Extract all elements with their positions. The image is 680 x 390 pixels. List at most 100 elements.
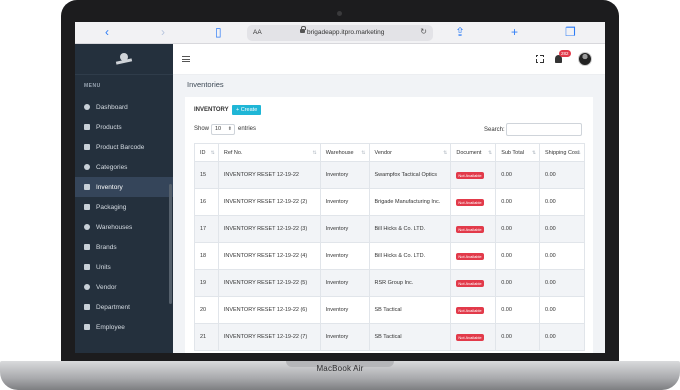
cell-ref: INVENTORY RESET 12-19-22 (3) bbox=[217, 215, 321, 243]
sidebar-item-department[interactable]: Department bbox=[75, 297, 173, 317]
cell-value: INVENTORY RESET 12-19-22 (5) bbox=[223, 280, 308, 286]
create-button[interactable]: + Create bbox=[232, 105, 262, 115]
sidebar-scrollbar[interactable] bbox=[169, 184, 172, 304]
cell-warehouse: Inventory bbox=[319, 323, 370, 351]
table-row[interactable]: 19 INVENTORY RESET 12-19-22 (5) Inventory R… bbox=[194, 269, 585, 297]
cell-document: Not Available bbox=[450, 269, 497, 297]
sort-icon[interactable]: ⇅ bbox=[577, 150, 581, 156]
cell-value: 0.00 bbox=[501, 280, 512, 286]
forward-icon[interactable]: › bbox=[161, 25, 165, 39]
sort-icon[interactable]: ⇅ bbox=[312, 150, 316, 156]
sidebar-item-dashboard[interactable]: Dashboard bbox=[75, 97, 173, 117]
status-badge: Not Available bbox=[456, 171, 484, 179]
sidebar-item-label: Vendor bbox=[96, 283, 117, 291]
cell-value: 21 bbox=[200, 334, 207, 340]
sidebar-item-units[interactable]: Units bbox=[75, 257, 173, 277]
sidebar-item-employee[interactable]: Employee bbox=[75, 317, 173, 337]
cell-shipping: 0.00 bbox=[539, 161, 585, 189]
back-icon[interactable]: ‹ bbox=[105, 25, 109, 39]
column-header[interactable]: ID ⇅ bbox=[194, 143, 219, 162]
logo[interactable] bbox=[75, 44, 173, 75]
avatar[interactable] bbox=[578, 52, 592, 66]
sidebar-item-vendor[interactable]: Vendor bbox=[75, 277, 173, 297]
address-bar[interactable]: AA brigadeapp.itpro.marketing ↻ bbox=[247, 25, 433, 41]
cell-value: 0.00 bbox=[501, 172, 512, 178]
cell-value: Bill Hicks & Co. LTD. bbox=[374, 253, 426, 259]
table-row[interactable]: 21 INVENTORY RESET 12-19-22 (7) Inventory S… bbox=[194, 323, 585, 351]
status-badge: Not Available bbox=[456, 333, 484, 341]
cell-value: 19 bbox=[200, 280, 207, 286]
share-icon[interactable]: ⇪ bbox=[455, 25, 465, 39]
sitemap-icon bbox=[84, 304, 90, 310]
table-row[interactable]: 15 INVENTORY RESET 12-19-22 Inventory Swamp… bbox=[194, 161, 585, 189]
sidebar-item-inventory[interactable]: Inventory bbox=[75, 177, 173, 197]
cell-document: Not Available bbox=[450, 188, 497, 216]
column-header[interactable]: Document ⇅ bbox=[450, 143, 497, 162]
reader-aa[interactable]: AA bbox=[253, 29, 262, 36]
cell-value: 0.00 bbox=[545, 199, 556, 205]
sort-icon[interactable]: ⇅ bbox=[211, 150, 215, 156]
cell-id: 18 bbox=[194, 242, 219, 270]
cell-document: Not Available bbox=[450, 161, 497, 189]
sidebar-item-label: Packaging bbox=[96, 203, 127, 211]
sort-icon[interactable]: ⇅ bbox=[488, 150, 492, 156]
main-content: Inventories INVENTORY + Create Show 10 e… bbox=[173, 75, 605, 353]
reload-icon[interactable]: ↻ bbox=[420, 27, 427, 36]
hamburger-icon[interactable] bbox=[182, 56, 190, 62]
status-badge: Not Available bbox=[456, 198, 484, 206]
sidebar-item-label: Product Barcode bbox=[96, 143, 145, 151]
table-row[interactable]: 20 INVENTORY RESET 12-19-22 (6) Inventory S… bbox=[194, 296, 585, 324]
table-row[interactable]: 16 INVENTORY RESET 12-19-22 (2) Inventory B… bbox=[194, 188, 585, 216]
column-header[interactable]: Warehouse ⇅ bbox=[319, 143, 370, 162]
column-header[interactable]: Shipping Cost ⇅ bbox=[539, 143, 585, 162]
cell-value: Inventory bbox=[325, 199, 349, 205]
cell-id: 16 bbox=[194, 188, 219, 216]
cell-warehouse: Inventory bbox=[319, 296, 370, 324]
table-row[interactable]: 17 INVENTORY RESET 12-19-22 (3) Inventory B… bbox=[194, 215, 585, 243]
cell-vendor: RSR Group Inc. bbox=[368, 269, 452, 297]
cell-value: 16 bbox=[200, 199, 207, 205]
cell-shipping: 0.00 bbox=[539, 242, 585, 270]
status-badge: Not Available bbox=[456, 252, 484, 260]
cell-subtotal: 0.00 bbox=[495, 323, 541, 351]
sort-icon[interactable]: ⇅ bbox=[361, 150, 365, 156]
page-length-select[interactable]: 10 bbox=[211, 124, 235, 135]
search-input[interactable] bbox=[506, 123, 582, 136]
cell-value: Swampfox Tactical Optics bbox=[374, 172, 438, 178]
tabs-icon[interactable]: ❐ bbox=[565, 25, 576, 39]
sidebar-item-label: Brands bbox=[96, 243, 117, 251]
cell-value: 20 bbox=[200, 307, 207, 313]
sidebar-item-brands[interactable]: Brands bbox=[75, 237, 173, 257]
browser-toolbar: ‹ › ▯ AA brigadeapp.itpro.marketing ↻ ⇪ … bbox=[75, 22, 605, 44]
cell-value: Inventory bbox=[325, 172, 349, 178]
sidebar-item-categories[interactable]: Categories bbox=[75, 157, 173, 177]
sort-icon[interactable]: ⇅ bbox=[443, 150, 447, 156]
cell-value: Inventory bbox=[325, 334, 349, 340]
column-header[interactable]: Ref No. ⇅ bbox=[217, 143, 321, 162]
cell-id: 19 bbox=[194, 269, 219, 297]
sidebar-item-warehouses[interactable]: Warehouses bbox=[75, 217, 173, 237]
cell-value: 0.00 bbox=[501, 307, 512, 313]
column-header[interactable]: Sub Total ⇅ bbox=[495, 143, 541, 162]
sidebar-item-products[interactable]: Products bbox=[75, 117, 173, 137]
cell-ref: INVENTORY RESET 12-19-22 (5) bbox=[217, 269, 321, 297]
sidebar-item-label: Units bbox=[96, 263, 111, 271]
cell-value: INVENTORY RESET 12-19-22 bbox=[223, 172, 299, 178]
new-tab-icon[interactable]: + bbox=[511, 25, 518, 39]
sort-icon[interactable]: ⇅ bbox=[532, 150, 536, 156]
cell-subtotal: 0.00 bbox=[495, 269, 541, 297]
book-icon[interactable]: ▯ bbox=[215, 25, 222, 39]
cell-value: Inventory bbox=[325, 307, 349, 313]
cell-value: 0.00 bbox=[501, 199, 512, 205]
cell-warehouse: Inventory bbox=[319, 188, 370, 216]
sidebar-item-product-barcode[interactable]: Product Barcode bbox=[75, 137, 173, 157]
column-header[interactable]: Vendor ⇅ bbox=[368, 143, 452, 162]
cell-shipping: 0.00 bbox=[539, 269, 585, 297]
cell-value: INVENTORY RESET 12-19-22 (7) bbox=[223, 334, 308, 340]
table-row[interactable]: 18 INVENTORY RESET 12-19-22 (4) Inventory B… bbox=[194, 242, 585, 270]
sidebar-item-packaging[interactable]: Packaging bbox=[75, 197, 173, 217]
fullscreen-icon[interactable] bbox=[535, 54, 545, 64]
cell-id: 15 bbox=[194, 161, 219, 189]
logo-icon bbox=[116, 53, 132, 65]
url-text: brigadeapp.itpro.marketing bbox=[307, 29, 385, 36]
